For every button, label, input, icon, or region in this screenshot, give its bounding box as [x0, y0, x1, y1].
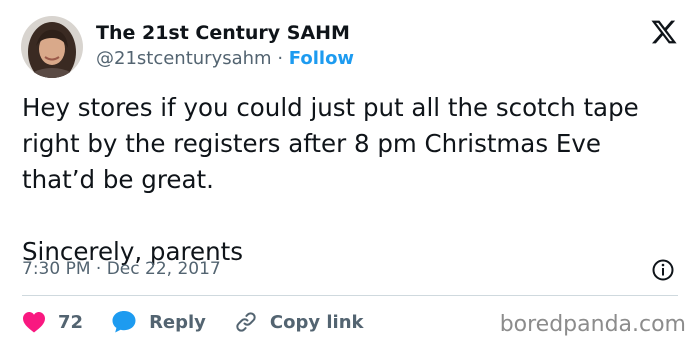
follow-button[interactable]: Follow: [289, 48, 354, 69]
tweet-line: right by the registers after 8 pm Christ…: [22, 129, 601, 158]
speech-bubble-icon: [112, 311, 136, 333]
copy-link-button[interactable]: Copy link: [234, 310, 364, 334]
heart-icon: [23, 312, 45, 333]
tweet-text: Hey stores if you could just put all the…: [22, 90, 682, 270]
tweet-actions: 72 Reply Copy link: [22, 308, 392, 336]
like-button[interactable]: 72: [22, 311, 83, 333]
author-display-name[interactable]: The 21st Century SAHM: [96, 22, 350, 44]
avatar-photo: [21, 16, 83, 78]
author-avatar[interactable]: [21, 16, 83, 78]
like-count: 72: [58, 311, 84, 333]
x-logo-icon[interactable]: [650, 18, 678, 46]
tweet-line: Hey stores if you could just put all the…: [22, 93, 639, 122]
author-handle[interactable]: @21stcenturysahm: [96, 48, 272, 69]
tweet-timestamp[interactable]: 7:30 PM · Dec 22, 2017: [22, 259, 221, 279]
link-icon: [236, 312, 256, 332]
watermark: boredpanda.com: [499, 312, 686, 337]
info-icon[interactable]: [651, 258, 675, 282]
reply-button[interactable]: Reply: [111, 310, 206, 334]
author-handle-row: @21stcenturysahm · Follow: [96, 48, 354, 69]
divider: [22, 295, 678, 296]
reply-label: Reply: [149, 311, 206, 333]
copy-link-label: Copy link: [269, 311, 364, 333]
tweet-line: that’d be great.: [22, 165, 214, 194]
handle-separator: ·: [277, 48, 284, 69]
